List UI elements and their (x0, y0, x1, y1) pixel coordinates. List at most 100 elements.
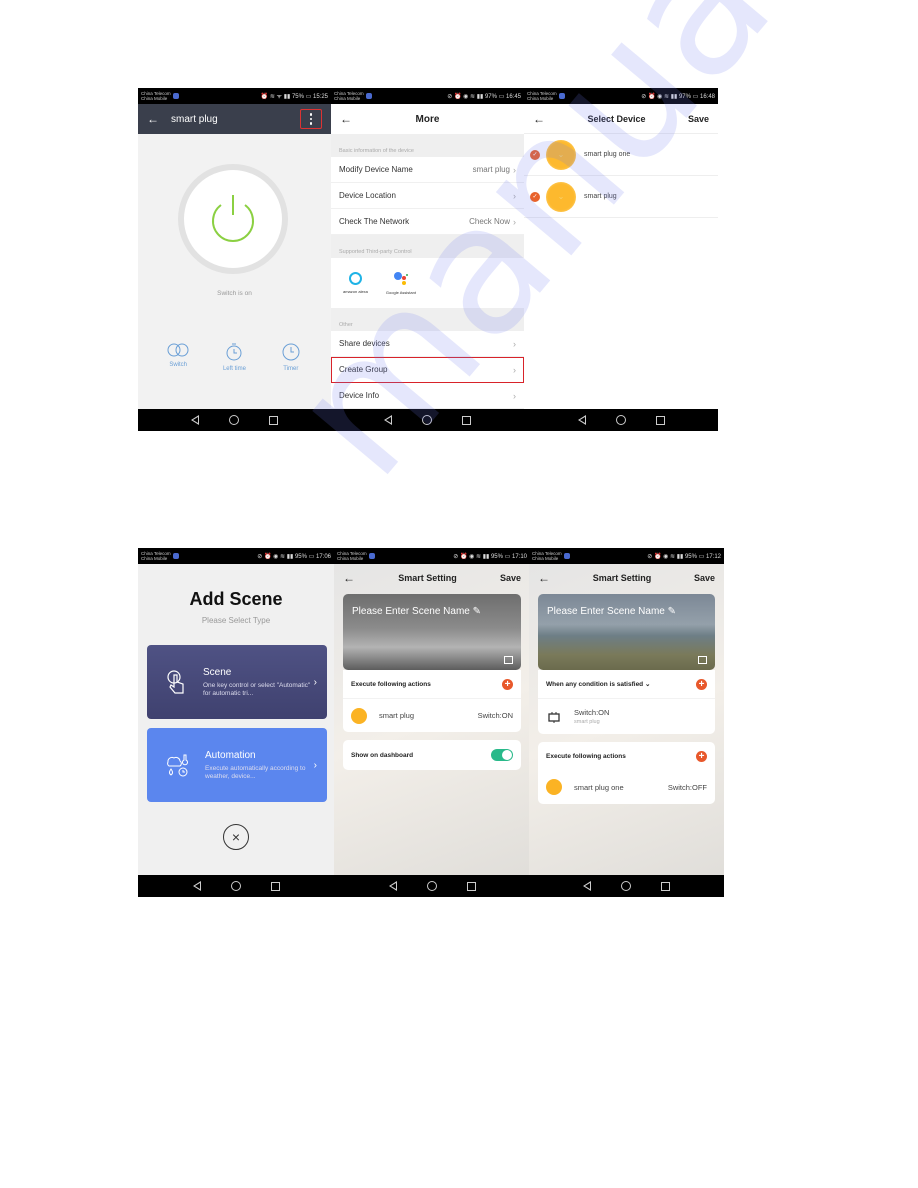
nav-back-icon[interactable] (192, 881, 201, 891)
device-location-row[interactable]: Device Location › (331, 183, 524, 209)
timer-control[interactable]: Timer (266, 343, 316, 372)
nav-back-icon[interactable] (583, 881, 591, 891)
status-icons: ⏰ ≋ ᯤ ▮▮ 75% ▭ 15:25 (260, 94, 328, 100)
condition-mode-dropdown[interactable]: When any condition is satisfied ⌄ (546, 680, 650, 688)
actions-card: Execute following actions + smart plug o… (538, 742, 715, 804)
google-assistant-item[interactable]: Google Assistant (386, 271, 416, 295)
more-screen: China Telecom China Mobile ⊘ ⏰ ◉ ≋ ▮▮ 97%… (331, 88, 524, 431)
actions-card: Execute following actions + smart plug S… (343, 670, 521, 732)
scene-name-input[interactable]: Please Enter Scene Name ✎ (547, 606, 676, 617)
chevron-right-icon: › (513, 216, 516, 227)
nav-recents-icon[interactable] (462, 415, 471, 425)
checkbox-checked-icon[interactable]: ✓ (530, 149, 540, 160)
nav-recents-icon[interactable] (655, 415, 665, 425)
save-button[interactable]: Save (688, 114, 709, 124)
share-devices-row[interactable]: Share devices › (331, 331, 524, 357)
condition-item[interactable]: Switch:ON smart plug (538, 698, 715, 734)
device-control-screen: China Telecom China Mobile ⏰ ≋ ᯤ ▮▮ 75% ▭… (138, 88, 331, 431)
power-icon (212, 195, 254, 242)
show-on-dashboard-label: Show on dashboard (351, 751, 414, 759)
checkbox-checked-icon[interactable]: ✓ (530, 191, 540, 202)
app-notification-icon (368, 553, 375, 559)
automation-type-card[interactable]: Automation Execute automatically accordi… (147, 728, 327, 802)
action-item[interactable]: smart plug Switch:ON (343, 698, 521, 732)
nav-back-icon[interactable] (577, 415, 586, 425)
device-condition-icon (546, 709, 562, 725)
nav-recents-icon[interactable] (466, 881, 476, 891)
change-image-icon[interactable] (504, 656, 513, 664)
page-subtitle: Please Select Type (201, 616, 271, 625)
save-button[interactable]: Save (500, 573, 521, 583)
chevron-right-icon: › (513, 338, 516, 349)
back-arrow-icon[interactable]: ← (147, 112, 159, 126)
status-bar: China Telecom China Mobile ⊘ ⏰ ◉ ≋ ▮▮ 95%… (334, 548, 530, 564)
nav-recents-icon[interactable] (270, 881, 280, 891)
chevron-right-icon: › (513, 190, 516, 201)
section-label-third-party: Supported Third-party Control (339, 249, 412, 255)
status-icons: ⊘ ⏰ ◉ ≋ ▮▮ 95% ▭ 17:06 (257, 553, 331, 560)
tap-hand-icon (167, 670, 184, 694)
app-notification-icon (172, 93, 179, 99)
nav-back-icon[interactable] (388, 881, 397, 891)
back-arrow-icon[interactable]: ← (538, 571, 550, 585)
back-arrow-icon[interactable]: ← (343, 571, 355, 585)
device-list-item[interactable]: ✓ ⌄ smart plug (524, 176, 718, 218)
chevron-right-icon: › (313, 676, 317, 688)
status-bar: China Telecom China Mobile ⊘ ⏰ ◉ ≋ ▮▮ 95%… (138, 548, 334, 564)
app-notification-icon (365, 93, 372, 99)
android-nav-bar (334, 875, 530, 897)
nav-home-icon[interactable] (426, 881, 437, 891)
scene-cover-image[interactable]: Please Enter Scene Name ✎ (343, 594, 521, 670)
scene-type-card[interactable]: Scene One key control or select "Automat… (147, 645, 327, 719)
change-image-icon[interactable] (698, 656, 707, 664)
create-group-row[interactable]: Create Group › (331, 357, 524, 383)
third-party-list: amazon alexa Google Assistant (331, 258, 524, 308)
nav-recents-icon[interactable] (661, 881, 670, 891)
nav-home-icon[interactable] (230, 881, 241, 891)
conditions-card: When any condition is satisfied ⌄ + Swit… (538, 670, 715, 734)
select-device-screen: China Telecom China Mobile ⊘ ⏰ ◉ ≋ ▮▮ 97%… (524, 88, 718, 431)
status-icons: ⊘ ⏰ ◉ ≋ ▮▮ 97% ▭ 16:48 (641, 93, 715, 100)
status-bar: China Telecom China Mobile ⊘ ⏰ ◉ ≋ ▮▮ 97%… (331, 88, 524, 104)
close-button[interactable]: × (223, 824, 249, 850)
show-on-dashboard-toggle[interactable] (491, 749, 513, 761)
smart-setting-automation-screen: China Telecom China Mobile ⊘ ⏰ ◉ ≋ ▮▮ 95%… (529, 548, 724, 897)
section-label-other: Other (339, 322, 353, 328)
add-action-button[interactable]: + (502, 678, 513, 690)
modify-device-name-row[interactable]: Modify Device Name smart plug › (331, 157, 524, 183)
nav-home-icon[interactable] (615, 415, 626, 425)
save-button[interactable]: Save (694, 573, 715, 583)
app-notification-icon (172, 553, 179, 559)
clock-icon (282, 343, 300, 361)
add-action-button[interactable]: + (696, 750, 707, 762)
page-title: Select Device (587, 113, 646, 124)
nav-home-icon[interactable] (229, 415, 239, 425)
actions-heading: Execute following actions (546, 752, 626, 760)
back-arrow-icon[interactable]: ← (340, 112, 352, 126)
device-list-item[interactable]: ✓ ⌄ smart plug one (524, 134, 718, 176)
app-header: ← Smart Setting Save (334, 564, 530, 592)
nav-home-icon[interactable] (422, 415, 432, 425)
nav-back-icon[interactable] (191, 415, 199, 425)
power-button[interactable] (178, 164, 288, 274)
left-time-control[interactable]: Left time (209, 343, 259, 372)
dashboard-card: Show on dashboard (343, 740, 521, 770)
app-header: ← smart plug (138, 104, 331, 134)
action-item[interactable]: smart plug one Switch:OFF (538, 770, 715, 804)
chevron-right-icon: › (513, 390, 516, 401)
switch-control[interactable]: Switch (153, 343, 203, 372)
nav-recents-icon[interactable] (269, 415, 278, 425)
google-assistant-icon (393, 271, 409, 286)
add-condition-button[interactable]: + (696, 678, 707, 690)
scene-cover-image[interactable]: Please Enter Scene Name ✎ (538, 594, 715, 670)
nav-home-icon[interactable] (621, 881, 631, 891)
more-options-button[interactable] (300, 109, 322, 129)
nav-back-icon[interactable] (384, 415, 392, 425)
alexa-item[interactable]: amazon alexa (343, 272, 368, 294)
back-arrow-icon[interactable]: ← (533, 112, 545, 126)
device-info-row[interactable]: Device Info › (331, 383, 524, 409)
check-network-row[interactable]: Check The Network Check Now › (331, 209, 524, 235)
page-title: Smart Setting (398, 573, 457, 583)
chevron-right-icon: › (513, 364, 516, 375)
scene-name-input[interactable]: Please Enter Scene Name ✎ (352, 606, 481, 617)
